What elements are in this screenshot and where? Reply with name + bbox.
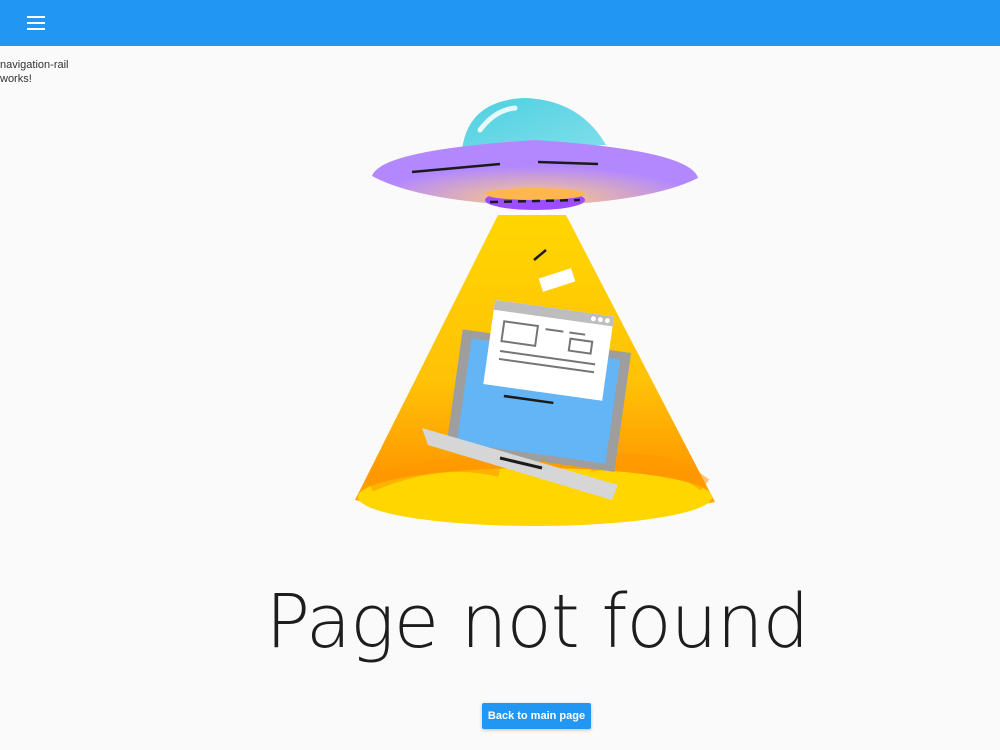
navigation-rail-text: navigation-rail works! bbox=[0, 59, 69, 85]
menu-button[interactable] bbox=[24, 11, 48, 35]
back-to-main-button[interactable]: Back to main page bbox=[482, 703, 591, 729]
page-title: Page not found bbox=[265, 579, 810, 665]
app-toolbar bbox=[0, 0, 1000, 46]
ufo-illustration bbox=[350, 90, 720, 540]
